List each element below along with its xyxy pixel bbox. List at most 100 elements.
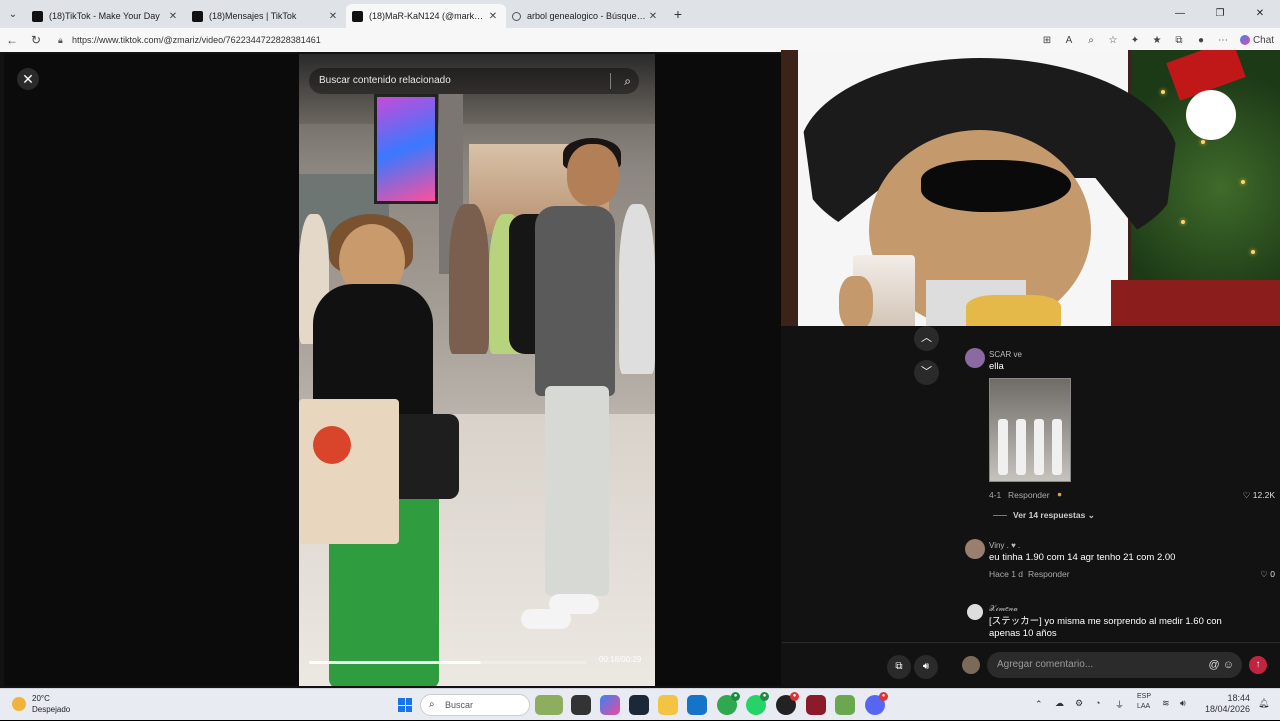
- taskbar-search[interactable]: ⌕ Buscar: [420, 694, 530, 716]
- tab-title: (18)MaR-KaN124 (@markun1: [369, 11, 486, 21]
- app-available-icon[interactable]: ⊞: [1036, 35, 1058, 46]
- avatar[interactable]: [965, 539, 985, 559]
- moon-icon: [12, 697, 26, 711]
- window-controls: — ❐ ✕: [1160, 0, 1280, 28]
- close-icon[interactable]: ✕: [486, 11, 500, 22]
- chevron-up-icon[interactable]: ⌃: [1035, 699, 1043, 710]
- clock-date[interactable]: 18/04/2026: [1200, 704, 1250, 714]
- start-button[interactable]: [398, 698, 412, 712]
- close-video-button[interactable]: ✕: [17, 68, 39, 90]
- video-time: 00:18/00:29: [599, 655, 642, 664]
- more-icon[interactable]: ⋯: [1212, 35, 1234, 46]
- emoji-icon[interactable]: ☺: [1223, 659, 1234, 671]
- previous-video-button[interactable]: ︿: [914, 326, 939, 351]
- reply-button[interactable]: Responder: [1008, 490, 1050, 500]
- comment-username[interactable]: Viny . ♥ .: [989, 541, 1020, 550]
- onedrive-icon[interactable]: ☁: [1055, 698, 1064, 709]
- comments-list: SCAR ve ella 4-1 Responder ● ♡ 12.2K Ver…: [955, 342, 1275, 642]
- search-icon: ⌕: [429, 699, 435, 710]
- post-comment-button[interactable]: ↑: [1249, 656, 1267, 674]
- whatsapp-icon[interactable]: ●: [746, 692, 769, 715]
- view-replies-button[interactable]: Ver 14 respuestas ⌄: [993, 510, 1095, 521]
- video-progress-fill: [309, 661, 482, 664]
- copy-link-button[interactable]: ⧉: [887, 655, 911, 679]
- refresh-button[interactable]: ↻: [24, 33, 48, 47]
- discord-icon[interactable]: ●: [865, 692, 888, 715]
- volume-icon[interactable]: 🔊︎: [1180, 698, 1186, 709]
- minimize-button[interactable]: —: [1160, 0, 1200, 28]
- comment-username[interactable]: 𝒳𝒾𝓂𝑒𝓃𝒶: [989, 604, 1018, 614]
- weather-temp: 20°C: [32, 694, 50, 703]
- zoom-icon[interactable]: ⌕: [1080, 35, 1102, 46]
- collections-icon[interactable]: ⧉: [1168, 35, 1190, 46]
- copilot-chat-button[interactable]: Chat: [1234, 35, 1280, 46]
- tab-4[interactable]: arbol genealogico - Búsqueda ✕: [506, 4, 666, 28]
- notifications-icon[interactable]: 🔔︎: [1258, 698, 1269, 709]
- app-icon[interactable]: [806, 695, 826, 715]
- settings-icon[interactable]: ⚙: [1075, 698, 1083, 709]
- comment-time: 4-1: [989, 490, 1002, 500]
- video-progress-bar[interactable]: [309, 661, 587, 664]
- close-icon[interactable]: ✕: [646, 11, 660, 22]
- read-aloud-icon[interactable]: A: [1058, 35, 1080, 46]
- chrome-icon[interactable]: ●: [717, 692, 740, 715]
- extensions-icon[interactable]: ✦: [1124, 35, 1146, 46]
- tiktok-icon: [32, 10, 43, 22]
- mention-icon[interactable]: @: [1209, 659, 1220, 671]
- favorites-icon[interactable]: ★: [1146, 35, 1168, 46]
- close-icon[interactable]: ✕: [166, 11, 180, 22]
- new-tab-button[interactable]: +: [666, 6, 690, 22]
- address-bar: ← ↻ 🔒︎ https://www.tiktok.com/@zmariz/vi…: [0, 28, 1280, 52]
- steam-icon[interactable]: [629, 695, 649, 715]
- language-layout: LAA: [1137, 703, 1151, 710]
- site-info-icon[interactable]: 🔒︎: [58, 31, 63, 49]
- copilot-icon[interactable]: [600, 695, 620, 715]
- avatar: [962, 656, 980, 674]
- app-icon[interactable]: ●: [776, 692, 799, 715]
- back-button[interactable]: ←: [0, 33, 24, 47]
- like-button[interactable]: ♡ 12.2K: [1243, 490, 1275, 501]
- tab-actions-chevron-icon[interactable]: ⌄: [0, 0, 26, 28]
- clock-time[interactable]: 18:44: [1200, 693, 1250, 703]
- tab-title: arbol genealogico - Búsqueda: [527, 11, 646, 21]
- volume-button[interactable]: 🔊︎: [914, 655, 938, 679]
- tiktok-icon: [192, 10, 203, 22]
- page-content: ✕ Buscar contenido relacionado ⌕ 00:18/0…: [0, 50, 1280, 688]
- network-icon[interactable]: ◔: [1095, 698, 1100, 708]
- tiktok-icon: [352, 10, 363, 22]
- avatar[interactable]: [967, 604, 983, 620]
- search-icon: [512, 11, 521, 21]
- url-field[interactable]: 🔒︎ https://www.tiktok.com/@zmariz/video/…: [52, 31, 1052, 49]
- tab-3-active[interactable]: (18)MaR-KaN124 (@markun1 ✕: [346, 4, 506, 28]
- creator-liked-icon: ●: [1057, 489, 1063, 499]
- minecraft-icon[interactable]: [835, 695, 855, 715]
- comment-input[interactable]: Agregar comentario... @ ☺: [987, 652, 1242, 678]
- close-icon[interactable]: ✕: [326, 11, 340, 22]
- widget-icon[interactable]: [535, 695, 563, 715]
- tab-1[interactable]: (18)TikTok - Make Your Day ✕: [26, 4, 186, 28]
- search-icon[interactable]: ⌕: [624, 68, 631, 94]
- comment-username[interactable]: SCAR ve: [989, 350, 1022, 359]
- wifi-icon[interactable]: ≋: [1162, 698, 1170, 709]
- favorite-star-icon[interactable]: ☆: [1102, 35, 1124, 46]
- comment-sticker: [989, 378, 1071, 482]
- related-search-input[interactable]: Buscar contenido relacionado ⌕: [309, 68, 639, 94]
- usb-icon[interactable]: ⏚: [1115, 698, 1124, 711]
- tab-2[interactable]: (18)Mensajes | TikTok ✕: [186, 4, 346, 28]
- taskbar: 20°C Despejado ⌕ Buscar ● ● ● ● ⌃ ☁ ⚙ ◔ …: [0, 688, 1280, 720]
- taskbar-search-label: Buscar: [445, 700, 474, 710]
- task-view-icon[interactable]: [571, 695, 591, 715]
- browser-toolbar: ⊞ A ⌕ ☆ ✦ ★ ⧉ ● ⋯ Chat: [1036, 28, 1280, 52]
- restore-button[interactable]: ❐: [1200, 0, 1240, 28]
- close-window-button[interactable]: ✕: [1240, 0, 1280, 28]
- next-video-button[interactable]: ﹀: [914, 360, 939, 385]
- reply-button[interactable]: Responder: [1028, 569, 1070, 579]
- comment-time: Hace 1 d: [989, 569, 1024, 579]
- edge-icon[interactable]: [687, 695, 707, 715]
- video-player[interactable]: Buscar contenido relacionado ⌕ 00:18/00:…: [299, 54, 655, 686]
- file-explorer-icon[interactable]: [658, 695, 678, 715]
- profile-avatar[interactable]: ●: [1190, 35, 1212, 46]
- avatar[interactable]: [965, 348, 985, 368]
- language-indicator[interactable]: ESP: [1137, 693, 1151, 700]
- like-button[interactable]: ♡ 0: [1260, 569, 1275, 580]
